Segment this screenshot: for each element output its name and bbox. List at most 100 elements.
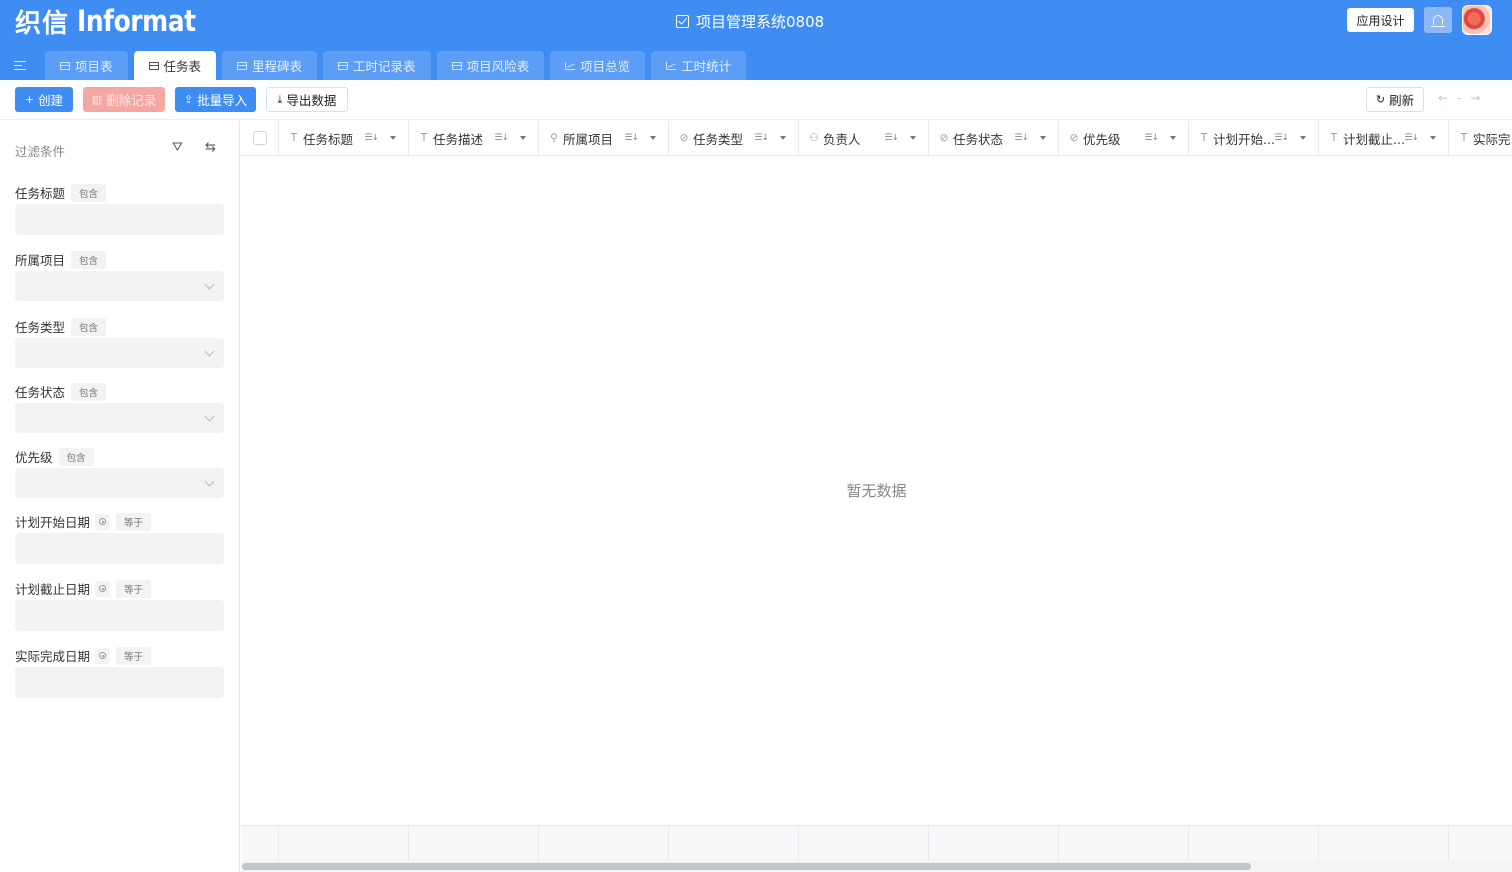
module-tabs: 项目表 任务表 里程碑表 工时记录表 项目风险表 项目总览 工时统计 bbox=[45, 51, 752, 80]
filter-operator[interactable]: 等于 bbox=[116, 646, 152, 665]
filter-label: 任务类型 包含 bbox=[15, 317, 107, 336]
filter-label: 任务状态 包含 bbox=[15, 382, 107, 401]
column-header[interactable]: ⊘ 任务类型 ☰↓ bbox=[669, 121, 799, 155]
notification-button[interactable] bbox=[1424, 7, 1452, 33]
filter-operator[interactable]: 包含 bbox=[58, 447, 94, 466]
filter-label: 计划截止日期 等于 bbox=[15, 579, 152, 598]
filter-text-input[interactable] bbox=[15, 204, 224, 235]
column-label: 负责人 bbox=[823, 131, 861, 147]
footer-cell bbox=[409, 826, 539, 861]
brand-logo[interactable]: 织信 Informat bbox=[15, 4, 215, 39]
T-icon: T bbox=[1330, 132, 1338, 144]
sort-icon[interactable]: ☰↓ bbox=[1274, 133, 1289, 143]
caret-down-icon[interactable] bbox=[1430, 136, 1436, 140]
sort-icon[interactable]: ☰↓ bbox=[624, 133, 639, 143]
create-label: 创建 bbox=[38, 93, 64, 108]
column-header[interactable]: T 任务标题 ☰↓ bbox=[279, 121, 409, 155]
filter-operator[interactable]: 等于 bbox=[116, 512, 152, 531]
tab-label: 里程碑表 bbox=[252, 59, 303, 74]
menu-icon[interactable] bbox=[14, 61, 26, 70]
footer-cell bbox=[539, 826, 669, 861]
tab-label: 工时统计 bbox=[681, 59, 732, 74]
caret-down-icon[interactable] bbox=[520, 136, 526, 140]
batch-import-button[interactable]: ⇪ 批量导入 bbox=[175, 87, 256, 112]
table-icon bbox=[237, 61, 248, 70]
clear-filter-icon[interactable]: ⛛ bbox=[172, 140, 183, 155]
column-header[interactable]: T 任务描述 ☰↓ bbox=[409, 121, 539, 155]
column-header[interactable]: ⊘ 优先级 ☰↓ bbox=[1059, 121, 1189, 155]
date-mode-icon[interactable] bbox=[95, 647, 111, 664]
footer-cell bbox=[929, 826, 1059, 861]
scrollbar-thumb[interactable] bbox=[242, 863, 1251, 870]
swap-icon[interactable]: ⇆ bbox=[205, 140, 216, 155]
pagination: ← - → bbox=[1438, 91, 1480, 105]
tab-1[interactable]: 任务表 bbox=[133, 51, 217, 80]
filter-operator[interactable]: 包含 bbox=[71, 250, 107, 269]
next-page-icon[interactable]: → bbox=[1470, 91, 1480, 105]
prev-page-icon[interactable]: ← bbox=[1438, 91, 1448, 105]
footer-cell bbox=[669, 826, 799, 861]
column-label: 优先级 bbox=[1083, 131, 1121, 147]
T-icon: T bbox=[420, 132, 428, 144]
delete-records-button[interactable]: ▥ 删除记录 bbox=[83, 87, 165, 112]
column-header[interactable]: ⊘ 任务状态 ☰↓ bbox=[929, 121, 1059, 155]
column-header[interactable]: T 计划截止... ☰↓ bbox=[1319, 121, 1449, 155]
filter-select[interactable] bbox=[15, 271, 224, 301]
filter-select[interactable] bbox=[15, 468, 224, 498]
tab-4[interactable]: 项目风险表 bbox=[436, 51, 545, 80]
caret-down-icon[interactable] bbox=[1040, 136, 1046, 140]
tab-label: 项目风险表 bbox=[466, 59, 530, 74]
caret-down-icon[interactable] bbox=[1300, 136, 1306, 140]
footer-cell bbox=[1449, 826, 1512, 861]
sort-icon[interactable]: ☰↓ bbox=[1404, 133, 1419, 143]
caret-down-icon[interactable] bbox=[780, 136, 786, 140]
create-button[interactable]: + 创建 bbox=[15, 87, 73, 112]
date-mode-icon[interactable] bbox=[95, 513, 111, 530]
tab-5[interactable]: 项目总览 bbox=[550, 51, 646, 80]
caret-down-icon[interactable] bbox=[1170, 136, 1176, 140]
filter-date-input[interactable] bbox=[15, 533, 224, 564]
table-icon bbox=[148, 61, 159, 70]
column-header[interactable]: ⚲ 所属项目 ☰↓ bbox=[539, 121, 669, 155]
filter-operator[interactable]: 包含 bbox=[71, 382, 107, 401]
link-icon: ⚲ bbox=[550, 132, 558, 144]
refresh-button[interactable]: ↻ 刷新 bbox=[1366, 87, 1424, 112]
filter-operator[interactable]: 包含 bbox=[71, 317, 107, 336]
table-icon bbox=[451, 61, 462, 70]
sort-icon[interactable]: ☰↓ bbox=[884, 133, 899, 143]
filter-date-input[interactable] bbox=[15, 600, 224, 631]
select-all-checkbox[interactable] bbox=[241, 121, 279, 155]
sort-icon[interactable]: ☰↓ bbox=[494, 133, 509, 143]
T-icon: T bbox=[1460, 132, 1468, 144]
filter-operator[interactable]: 等于 bbox=[116, 579, 152, 598]
check-circle-icon: ⊘ bbox=[679, 132, 689, 144]
tab-3[interactable]: 工时记录表 bbox=[323, 51, 431, 80]
filter-label-text: 任务状态 bbox=[15, 385, 66, 400]
export-data-button[interactable]: ⤓ 导出数据 bbox=[266, 87, 348, 112]
sort-icon[interactable]: ☰↓ bbox=[364, 133, 379, 143]
column-header[interactable]: ⚇ 负责人 ☰↓ bbox=[799, 121, 929, 155]
empty-state: 暂无数据 bbox=[846, 482, 907, 500]
table-footer bbox=[241, 825, 1512, 861]
filter-date-input[interactable] bbox=[15, 667, 224, 698]
sort-icon[interactable]: ☰↓ bbox=[1144, 133, 1159, 143]
chevron-down-icon bbox=[204, 476, 215, 487]
sort-icon[interactable]: ☰↓ bbox=[1014, 133, 1029, 143]
app-design-button[interactable]: 应用设计 bbox=[1347, 8, 1414, 32]
column-header[interactable]: T 计划开始... ☰↓ bbox=[1189, 121, 1319, 155]
brand-name: Informat bbox=[77, 4, 196, 38]
tab-6[interactable]: 工时统计 bbox=[651, 51, 747, 80]
caret-down-icon[interactable] bbox=[390, 136, 396, 140]
date-mode-icon[interactable] bbox=[95, 580, 111, 597]
toolbar: + 创建 ▥ 删除记录 ⇪ 批量导入 ⤓ 导出数据 ↻ 刷新 bbox=[0, 80, 1512, 120]
avatar[interactable] bbox=[1462, 5, 1492, 35]
filter-select[interactable] bbox=[15, 338, 224, 368]
column-header[interactable]: T 实际完... bbox=[1449, 121, 1512, 155]
caret-down-icon[interactable] bbox=[910, 136, 916, 140]
filter-select[interactable] bbox=[15, 403, 224, 433]
caret-down-icon[interactable] bbox=[650, 136, 656, 140]
sort-icon[interactable]: ☰↓ bbox=[754, 133, 769, 143]
tab-2[interactable]: 里程碑表 bbox=[222, 51, 318, 80]
filter-operator[interactable]: 包含 bbox=[71, 183, 107, 202]
tab-0[interactable]: 项目表 bbox=[45, 51, 128, 80]
